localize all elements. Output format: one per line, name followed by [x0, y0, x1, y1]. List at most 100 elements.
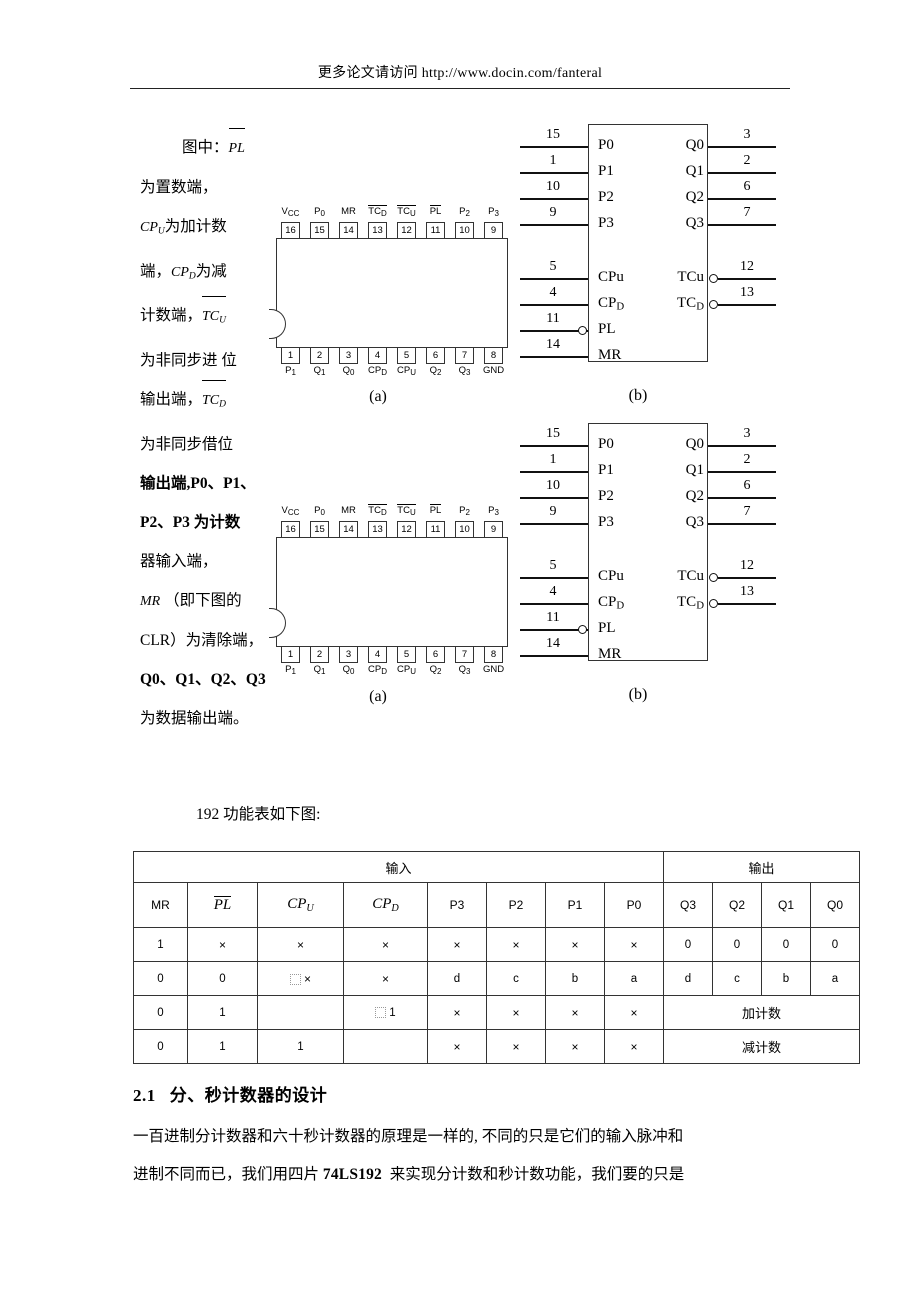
symbol-output-label: Q2	[685, 189, 704, 205]
dip-pin-number: 2	[310, 347, 329, 364]
section-number: 2.1	[133, 1086, 156, 1105]
dip-pin-number: 8	[484, 646, 503, 663]
symbol-pin-number: 11	[546, 610, 560, 625]
table-row: 0 0 × × d c b a d c b a	[133, 961, 860, 996]
table-cell: d	[427, 961, 487, 996]
symbol-input-label: P0	[598, 436, 614, 452]
narrative-line: 为非同步进 位	[140, 351, 237, 369]
table-group-header-row: 输入 输出	[133, 851, 860, 883]
inversion-bubble-icon	[709, 299, 718, 309]
figure-caption-b-1: (b)	[628, 387, 648, 404]
symbol-pin-number: 5	[549, 558, 557, 573]
table-row: 0 1 1 × × × × 减计数	[133, 1029, 860, 1064]
symbol-output-label: TCD	[677, 295, 704, 313]
dip-pin-number: 10	[455, 521, 474, 538]
symbol-output-label: Q1	[685, 462, 704, 478]
symbol-output-label: TCu	[677, 269, 704, 285]
dip-pin-number: 5	[397, 646, 416, 663]
table-cell: ×	[486, 1029, 546, 1064]
dip-pin-number: 15	[310, 521, 329, 538]
table-column-header: Q0	[810, 882, 860, 928]
figure-caption-b-2: (b)	[628, 686, 648, 703]
symbol-pin-number: 3	[743, 127, 751, 142]
table-cell: 0	[712, 927, 762, 962]
table-cell: 1	[257, 1029, 344, 1064]
symbol-pin-number: 4	[549, 285, 557, 300]
dip-pin-number: 8	[484, 347, 503, 364]
symbol-output-lead	[708, 224, 776, 226]
table-cell: ×	[257, 927, 344, 962]
inversion-bubble-icon	[709, 273, 718, 283]
symbol-input-lead	[520, 304, 588, 306]
symbol-input-lead	[520, 198, 588, 200]
table-column-header-row: MR PL CPU CPD P3 P2 P1 P0 Q3 Q2 Q1 Q0	[133, 882, 860, 928]
symbol-output-lead	[708, 471, 776, 473]
table-column-header: MR	[133, 882, 188, 928]
table-cell: ×	[343, 961, 428, 996]
table-column-header: P0	[604, 882, 664, 928]
symbol-pin-number: 1	[549, 452, 557, 467]
symbol-pin-number: 13	[740, 584, 754, 599]
symbol-pin-number: 14	[546, 636, 560, 651]
dip-pin-number: 4	[368, 347, 387, 364]
table-cell: 0	[133, 961, 188, 996]
dip-pin-number: 11	[426, 521, 445, 538]
narrative-line: 为数据输出端。	[140, 709, 249, 727]
section-heading: 2.1 分、秒计数器的设计	[133, 1081, 327, 1106]
table-cell: ×	[604, 927, 664, 962]
table-cell: 0	[810, 927, 860, 962]
symbol-pin-number: 10	[546, 179, 560, 194]
table-cell: ×	[187, 927, 258, 962]
symbol-output-lead	[718, 278, 776, 280]
symbol-output-lead	[708, 172, 776, 174]
table-group-output: 输出	[663, 851, 860, 883]
section-title: 分、秒计数器的设计	[169, 1086, 328, 1105]
narrative-line: MR （即下图的	[140, 591, 242, 609]
table-column-header: CPU	[257, 882, 344, 928]
dip-pin-number: 13	[368, 222, 387, 239]
narrative-line: 为非同步借位	[140, 435, 234, 453]
symbol-output-lead	[708, 198, 776, 200]
narrative-column: 图中：PL 为置数端， CPU为加计数 端，CPD为减 计数端，TCU 为非同步…	[140, 128, 268, 738]
figure-caption-a-1: (a)	[369, 388, 387, 405]
symbol-input-label: CPu	[598, 269, 624, 285]
table-cell: a	[604, 961, 664, 996]
dip-body	[266, 537, 508, 647]
dip-pin-number: 7	[455, 347, 474, 364]
table-column-header: Q1	[761, 882, 811, 928]
table-cell: a	[810, 961, 860, 996]
table-cell: ×	[257, 961, 344, 996]
narrative-line: 计数端，TCU	[140, 296, 268, 341]
paragraph-line: 进制不同而已，我们用四片 74LS192 来实现分计数和秒计数功能，我们要的只是	[133, 1166, 685, 1183]
dip-notch	[266, 607, 286, 639]
dip-pin-number: 14	[339, 521, 358, 538]
table-column-header: P3	[427, 882, 487, 928]
symbol-pin-number: 12	[740, 558, 754, 573]
dip-pin-label: P3	[488, 206, 499, 218]
table-cell: c	[486, 961, 546, 996]
table-cell: ×	[486, 995, 546, 1030]
table-cell-result: 加计数	[663, 995, 860, 1030]
symbol-output-lead	[708, 523, 776, 525]
symbol-output-label: Q2	[685, 488, 704, 504]
symbol-input-lead	[520, 471, 588, 473]
symbol-pin-number: 15	[546, 127, 560, 142]
symbol-pin-number: 11	[546, 311, 560, 326]
dip-pin-label: P3	[488, 505, 499, 517]
symbol-input-label: P1	[598, 462, 614, 478]
symbol-output-label: Q0	[685, 137, 704, 153]
symbol-input-lead	[520, 445, 588, 447]
symbol-pin-number: 2	[743, 452, 751, 467]
symbol-output-label: Q3	[685, 215, 704, 231]
symbol-pin-number: 2	[743, 153, 751, 168]
symbol-pin-number: 6	[743, 478, 751, 493]
dip-pin-number: 16	[281, 222, 300, 239]
symbol-pin-number: 10	[546, 478, 560, 493]
symbol-output-label: Q1	[685, 163, 704, 179]
table-column-header: Q3	[663, 882, 713, 928]
symbol-input-lead	[520, 172, 588, 174]
table-cell: ×	[604, 1029, 664, 1064]
narrative-line: 输出端，TCD	[140, 379, 268, 425]
symbol-output-lead	[708, 497, 776, 499]
symbol-output-label: Q0	[685, 436, 704, 452]
